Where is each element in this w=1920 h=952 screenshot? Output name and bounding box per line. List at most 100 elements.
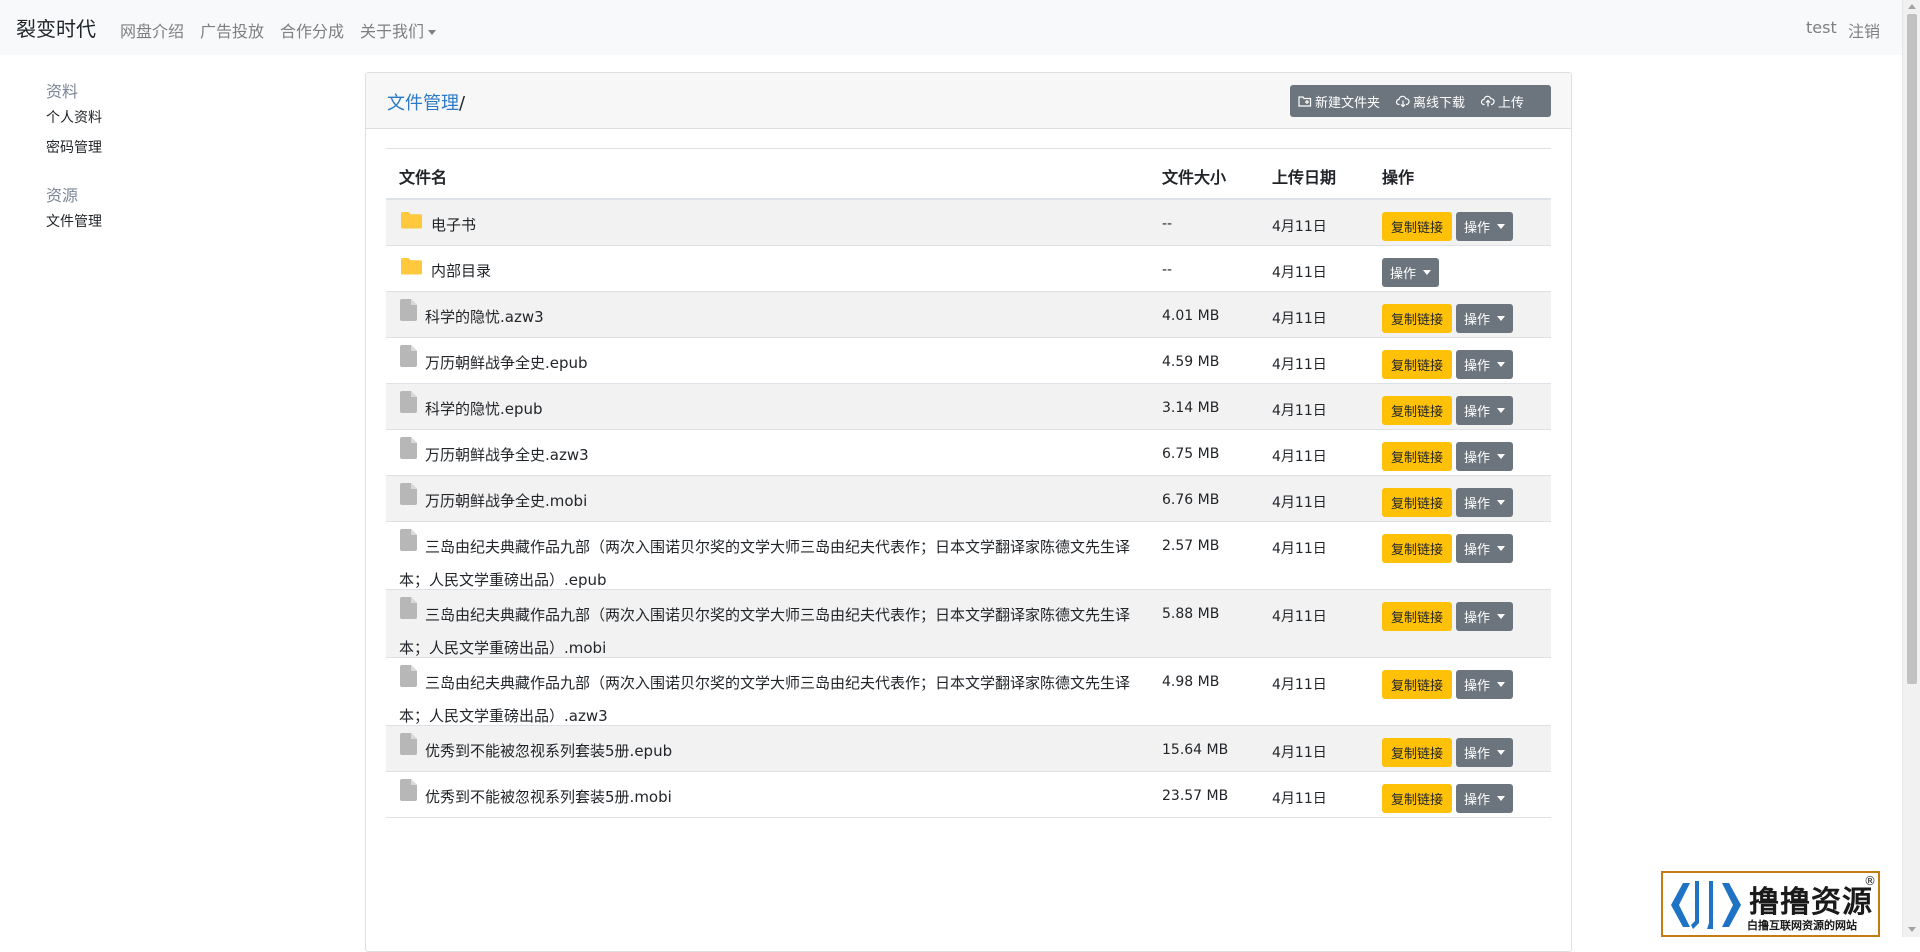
file-name-link[interactable]: 三岛由纪夫典藏作品九部（两次入围诺贝尔奖的文学大师三岛由纪夫代表作；日本文学翻译… xyxy=(399,674,1130,725)
file-name-link[interactable]: 万历朝鲜战争全史.azw3 xyxy=(425,446,589,464)
file-name-link[interactable]: 三岛由纪夫典藏作品九部（两次入围诺贝尔奖的文学大师三岛由纪夫代表作；日本文学翻译… xyxy=(399,606,1130,657)
copy-link-button[interactable]: 复制链接 xyxy=(1382,212,1453,241)
file-toolbar: 新建文件夹 离线下载 上传 xyxy=(1290,85,1551,117)
logout-link[interactable]: 注销 xyxy=(1848,18,1880,42)
row-actions-dropdown[interactable]: 操作 xyxy=(1456,212,1514,241)
nav-dropdown-about[interactable]: 关于我们 xyxy=(360,18,437,42)
new-folder-button[interactable]: 新建文件夹 xyxy=(1290,85,1388,117)
copy-link-button[interactable]: 复制链接 xyxy=(1382,670,1453,699)
scrollbar-thumb[interactable] xyxy=(1907,14,1917,684)
nav-user[interactable]: test xyxy=(1806,18,1837,37)
file-icon xyxy=(400,597,417,630)
copy-link-button[interactable]: 复制链接 xyxy=(1382,304,1453,333)
sidebar-heading-resources: 资源 xyxy=(46,186,79,205)
upload-button[interactable]: 上传 xyxy=(1473,85,1532,117)
chevron-down-icon xyxy=(1423,270,1432,275)
row-actions-dropdown[interactable]: 操作 xyxy=(1456,350,1514,379)
table-row: 优秀到不能被忽视系列套装5册.mobi 23.57 MB 4月11日 复制链接 操作 xyxy=(386,772,1551,818)
table-row: 万历朝鲜战争全史.epub 4.59 MB 4月11日 复制链接 操作 xyxy=(386,338,1551,384)
row-actions-dropdown[interactable]: 操作 xyxy=(1382,258,1440,287)
table-row: 三岛由纪夫典藏作品九部（两次入围诺贝尔奖的文学大师三岛由纪夫代表作；日本文学翻译… xyxy=(386,522,1551,590)
table-row: 万历朝鲜战争全史.azw3 6.75 MB 4月11日 复制链接 操作 xyxy=(386,430,1551,476)
scroll-up-arrow-icon[interactable] xyxy=(1908,4,1916,9)
column-header-ops: 操作 xyxy=(1382,168,1415,187)
file-name-link[interactable]: 内部目录 xyxy=(431,262,491,280)
file-icon xyxy=(400,733,417,766)
file-name-link[interactable]: 三岛由纪夫典藏作品九部（两次入围诺贝尔奖的文学大师三岛由纪夫代表作；日本文学翻译… xyxy=(399,538,1130,589)
row-actions-dropdown[interactable]: 操作 xyxy=(1456,488,1514,517)
row-actions-dropdown[interactable]: 操作 xyxy=(1456,738,1514,767)
file-icon xyxy=(400,665,417,698)
copy-link-button[interactable]: 复制链接 xyxy=(1382,602,1453,631)
file-name-cell: 三岛由纪夫典藏作品九部（两次入围诺贝尔奖的文学大师三岛由纪夫代表作；日本文学翻译… xyxy=(399,665,1139,732)
offline-download-button[interactable]: 离线下载 xyxy=(1388,85,1473,117)
copy-link-button[interactable]: 复制链接 xyxy=(1382,488,1453,517)
file-name-cell: 内部目录 xyxy=(399,255,1139,288)
file-name-cell: 电子书 xyxy=(399,209,1139,242)
row-actions-dropdown[interactable]: 操作 xyxy=(1456,670,1514,699)
copy-link-button[interactable]: 复制链接 xyxy=(1382,350,1453,379)
folder-icon xyxy=(400,208,423,240)
file-icon xyxy=(400,483,417,516)
row-actions-dropdown[interactable]: 操作 xyxy=(1456,304,1514,333)
file-name-cell: 万历朝鲜战争全史.epub xyxy=(399,345,1139,380)
actions-dropdown-label: 操作 xyxy=(1464,451,1491,466)
actions-dropdown-label: 操作 xyxy=(1464,497,1491,512)
sidebar-item-personal-info[interactable]: 个人资料 xyxy=(46,107,102,127)
file-size: 6.75 MB xyxy=(1162,446,1220,462)
chevron-down-icon xyxy=(1497,682,1506,687)
copy-link-button[interactable]: 复制链接 xyxy=(1382,442,1453,471)
nav-link-advertising[interactable]: 广告投放 xyxy=(200,18,264,42)
file-name-cell: 万历朝鲜战争全史.mobi xyxy=(399,483,1139,518)
file-icon xyxy=(400,299,417,332)
table-row: 优秀到不能被忽视系列套装5册.epub 15.64 MB 4月11日 复制链接 操作 xyxy=(386,726,1551,772)
sidebar-item-file-management[interactable]: 文件管理 xyxy=(46,211,102,231)
nav-link-netdisk-intro[interactable]: 网盘介绍 xyxy=(120,18,184,42)
brand-logo[interactable]: 裂变时代 xyxy=(16,13,96,42)
actions-dropdown-label: 操作 xyxy=(1464,313,1491,328)
file-icon xyxy=(400,391,417,424)
nav-link-partnership[interactable]: 合作分成 xyxy=(280,18,344,42)
file-name-link[interactable]: 优秀到不能被忽视系列套装5册.mobi xyxy=(425,788,672,806)
file-name-link[interactable]: 科学的隐忧.azw3 xyxy=(425,308,544,326)
table-header: 文件名 文件大小 上传日期 操作 xyxy=(386,148,1551,200)
file-name-link[interactable]: 科学的隐忧.epub xyxy=(425,400,543,418)
file-name-link[interactable]: 电子书 xyxy=(431,216,476,234)
file-name-link[interactable]: 万历朝鲜战争全史.mobi xyxy=(425,492,587,510)
copy-link-button[interactable]: 复制链接 xyxy=(1382,534,1453,563)
chevron-down-icon xyxy=(1497,546,1506,551)
file-icon xyxy=(400,779,417,812)
watermark-title: 撸撸资源 xyxy=(1749,885,1873,920)
row-actions-dropdown[interactable]: 操作 xyxy=(1456,602,1514,631)
upload-date: 4月11日 xyxy=(1272,357,1327,373)
row-actions: 复制链接 操作 xyxy=(1382,784,1514,813)
file-name-link[interactable]: 优秀到不能被忽视系列套装5册.epub xyxy=(425,742,672,760)
breadcrumb-separator: / xyxy=(459,93,466,114)
file-name-cell: 三岛由纪夫典藏作品九部（两次入围诺贝尔奖的文学大师三岛由纪夫代表作；日本文学翻译… xyxy=(399,529,1139,596)
row-actions-dropdown[interactable]: 操作 xyxy=(1456,784,1514,813)
file-name-link[interactable]: 万历朝鲜战争全史.epub xyxy=(425,354,588,372)
breadcrumb-root-link[interactable]: 文件管理 xyxy=(387,93,459,114)
watermark-registered-mark: ® xyxy=(1864,874,1876,888)
sidebar-item-password[interactable]: 密码管理 xyxy=(46,137,102,157)
card-header: 文件管理/ 新建文件夹 离线下载 上传 xyxy=(366,73,1571,129)
file-size: 15.64 MB xyxy=(1162,742,1229,758)
upload-date: 4月11日 xyxy=(1272,609,1327,625)
row-actions-dropdown[interactable]: 操作 xyxy=(1456,442,1514,471)
actions-dropdown-label: 操作 xyxy=(1464,405,1491,420)
row-actions-dropdown[interactable]: 操作 xyxy=(1456,534,1514,563)
file-size: 23.57 MB xyxy=(1162,788,1229,804)
scroll-down-arrow-icon[interactable] xyxy=(1908,927,1916,932)
table-row: 内部目录 -- 4月11日 操作 xyxy=(386,246,1551,292)
offline-download-label: 离线下载 xyxy=(1413,95,1466,111)
file-size: 2.57 MB xyxy=(1162,538,1220,554)
upload-date: 4月11日 xyxy=(1272,791,1327,807)
file-size: -- xyxy=(1162,216,1173,232)
copy-link-button[interactable]: 复制链接 xyxy=(1382,396,1453,425)
copy-link-button[interactable]: 复制链接 xyxy=(1382,738,1453,767)
row-actions-dropdown[interactable]: 操作 xyxy=(1456,396,1514,425)
column-header-name: 文件名 xyxy=(399,168,448,187)
page-scrollbar[interactable] xyxy=(1902,0,1920,937)
copy-link-button[interactable]: 复制链接 xyxy=(1382,784,1453,813)
row-actions: 复制链接 操作 xyxy=(1382,442,1514,471)
